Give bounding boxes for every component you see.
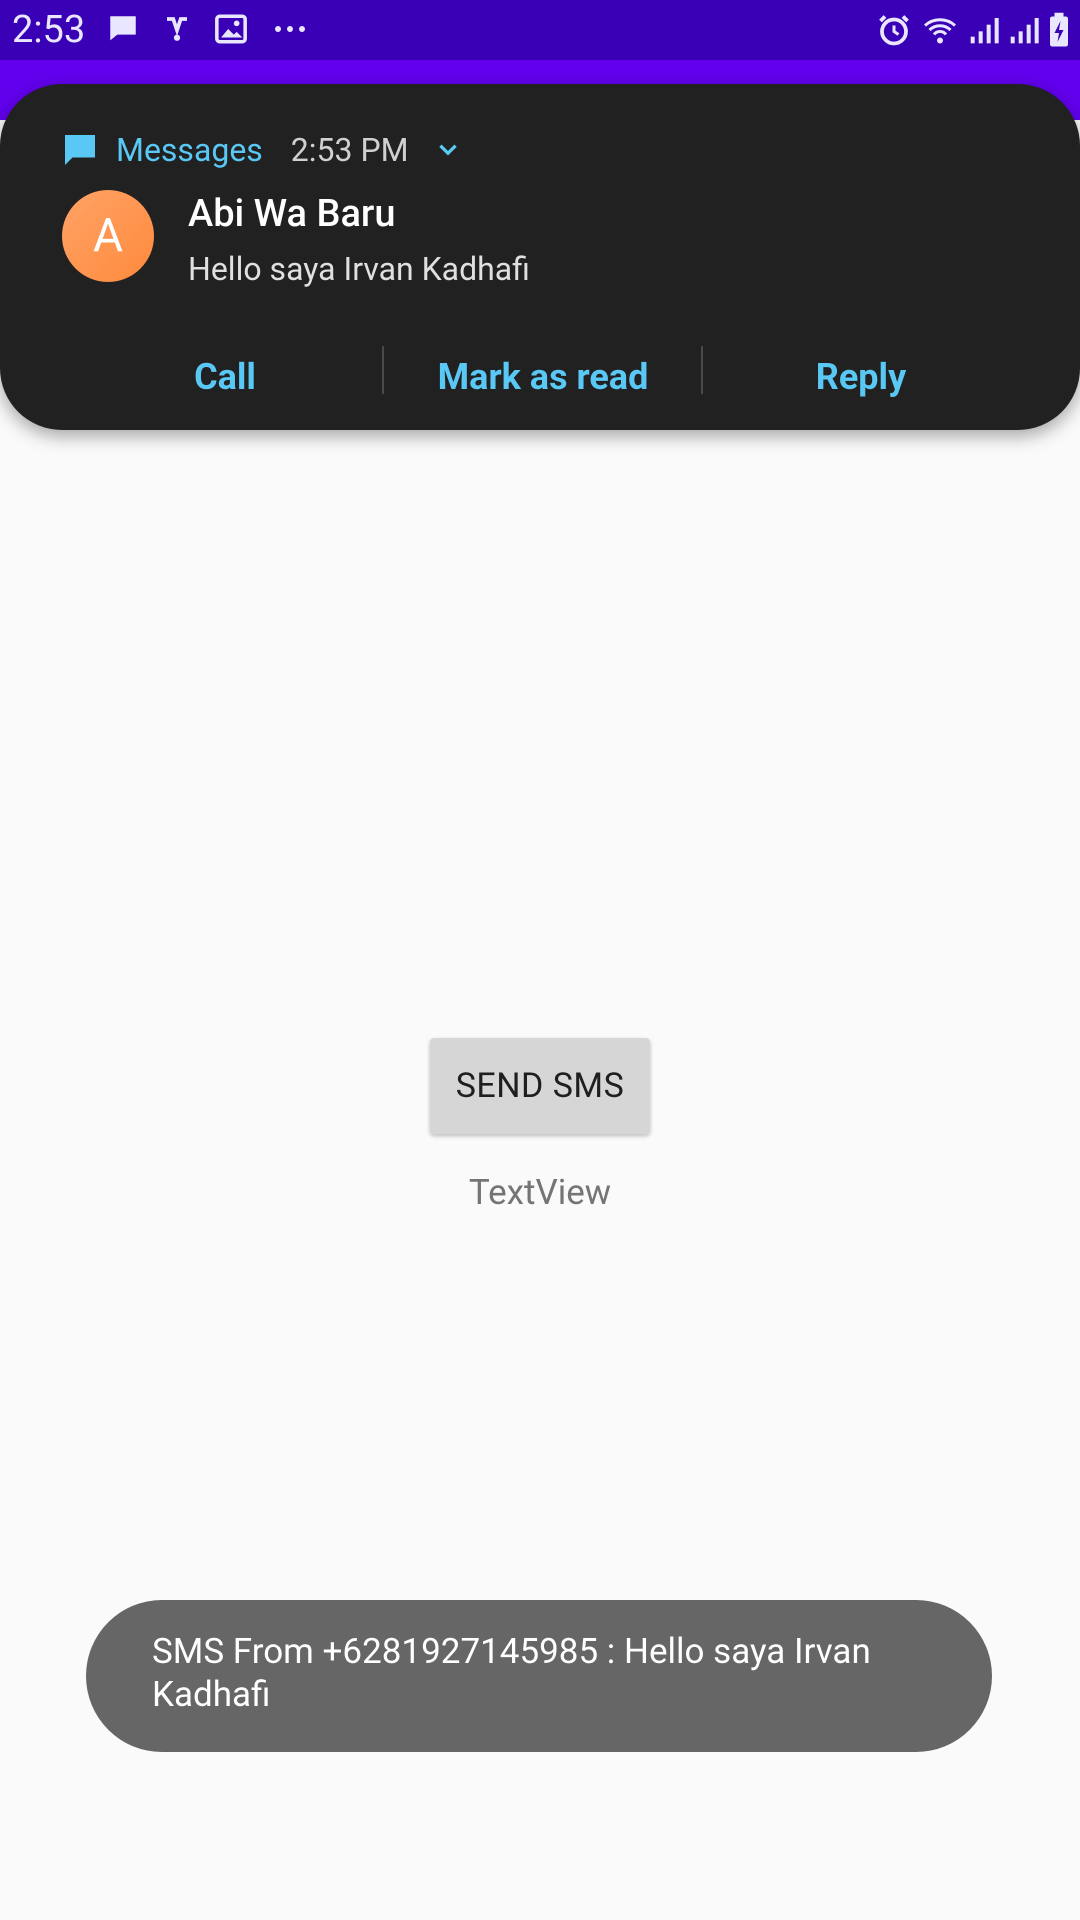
image-icon — [214, 12, 248, 46]
text-view: TextView — [468, 1172, 612, 1213]
message-preview: Hello saya Irvan Kadhafi — [188, 250, 530, 288]
toast-text: SMS From +6281927145985 : Hello saya Irv… — [152, 1631, 871, 1715]
battery-icon — [1048, 12, 1070, 48]
status-right-icons — [876, 12, 1070, 48]
voicemail-icon — [162, 12, 192, 46]
avatar: A — [62, 190, 154, 282]
notification-time: 2:53 PM — [290, 131, 409, 169]
notification-app-name: Messages — [116, 131, 263, 169]
wifi-icon — [920, 12, 960, 48]
alarm-icon — [876, 12, 912, 48]
call-button[interactable]: Call — [100, 346, 350, 408]
signal-icon — [1008, 12, 1040, 48]
status-bar: 2:53 — [0, 0, 1080, 60]
action-divider — [382, 346, 384, 394]
send-sms-button[interactable]: SEND SMS — [430, 1038, 650, 1134]
notification-header: Messages 2:53 PM — [62, 130, 461, 170]
messages-app-icon — [65, 135, 95, 165]
status-time: 2:53 — [12, 8, 86, 52]
mark-as-read-button[interactable]: Mark as read — [400, 346, 686, 408]
chevron-down-icon[interactable] — [435, 137, 461, 163]
message-icon — [106, 12, 140, 46]
notification-actions: Call Mark as read Reply — [0, 346, 1080, 408]
status-left-icons — [106, 12, 310, 46]
reply-button[interactable]: Reply — [736, 346, 986, 408]
action-divider — [701, 346, 703, 394]
toast: SMS From +6281927145985 : Hello saya Irv… — [86, 1600, 992, 1752]
signal-icon — [968, 12, 1000, 48]
sender-name: Abi Wa Baru — [188, 192, 396, 236]
more-icon — [270, 12, 310, 46]
sms-notification[interactable]: Messages 2:53 PM A Abi Wa Baru Hello say… — [0, 84, 1080, 430]
